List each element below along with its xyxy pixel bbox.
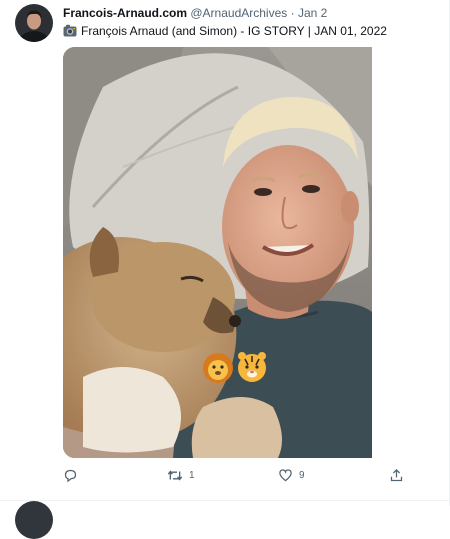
lion-sticker: [203, 353, 233, 383]
tweet-date[interactable]: Jan 2: [298, 6, 327, 20]
share-button[interactable]: [389, 460, 404, 490]
retweet-icon: [167, 468, 183, 483]
author-handle[interactable]: @ArnaudArchives: [190, 6, 287, 20]
tweet-text: François Arnaud (and Simon) - IG STORY |…: [81, 24, 387, 38]
retweet-button[interactable]: 1: [167, 460, 195, 490]
like-count: 9: [299, 469, 305, 481]
avatar-image: [15, 4, 53, 42]
meta-separator: ·: [287, 6, 298, 20]
tweet-header: Francois-Arnaud.com @ArnaudArchives · Ja…: [63, 5, 327, 21]
photo-icon: [63, 47, 372, 458]
share-icon: [389, 468, 404, 483]
tweet-actions: 1 9: [63, 460, 423, 490]
heart-icon: [278, 468, 293, 482]
tweet-card[interactable]: Francois-Arnaud.com @ArnaudArchives · Ja…: [0, 0, 450, 501]
author-avatar[interactable]: [15, 4, 53, 42]
like-button[interactable]: 9: [278, 460, 305, 490]
reply-icon: [63, 468, 78, 483]
author-name[interactable]: Francois-Arnaud.com: [63, 6, 187, 20]
camera-emoji-icon: [63, 24, 77, 41]
reply-button[interactable]: [63, 460, 84, 490]
tweet-text-row: François Arnaud (and Simon) - IG STORY |…: [63, 23, 387, 41]
tiger-sticker: [238, 352, 266, 382]
next-tweet-avatar[interactable]: [15, 501, 53, 539]
tweet-photo[interactable]: [63, 47, 372, 458]
retweet-count: 1: [189, 469, 195, 481]
